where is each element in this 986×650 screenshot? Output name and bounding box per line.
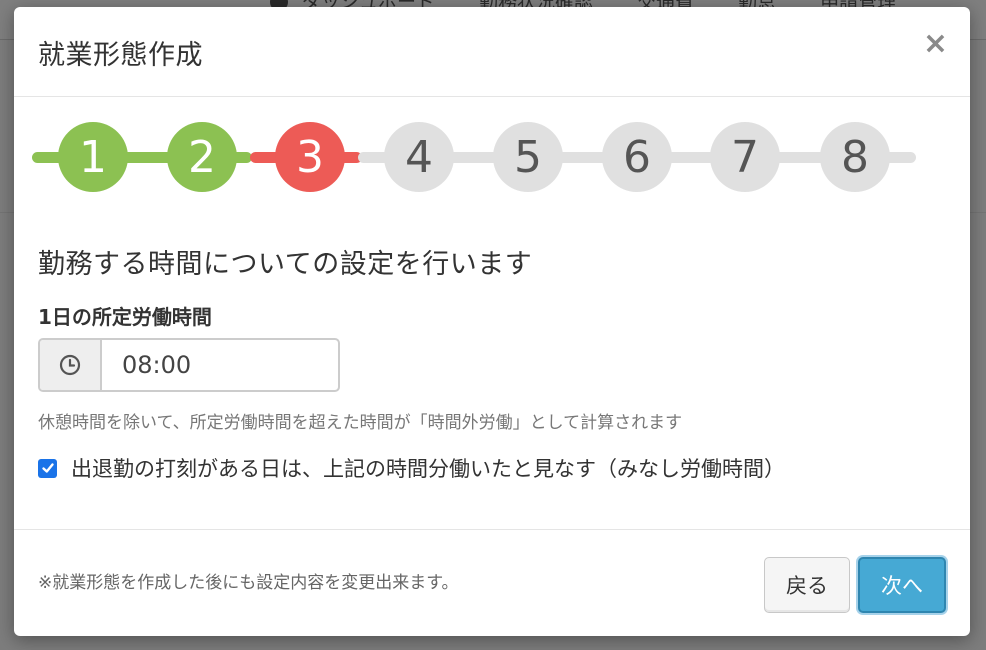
step-4: 4 <box>384 122 454 192</box>
step-indicator: 1 2 3 4 5 6 7 8 <box>14 121 970 193</box>
work-hours-help-text: 休憩時間を除いて、所定労働時間を超えた時間が「時間外労働」として計算されます <box>38 413 683 433</box>
modal-footer: ※就業形態を作成した後にも設定内容を変更出来ます。 戻る 次へ <box>14 529 970 636</box>
step-6: 6 <box>602 122 672 192</box>
footer-note: ※就業形態を作成した後にも設定内容を変更出来ます。 <box>38 573 459 593</box>
next-button[interactable]: 次へ <box>858 557 946 613</box>
deemed-hours-checkbox[interactable] <box>38 458 57 478</box>
checkmark-icon <box>41 463 54 473</box>
step-8: 8 <box>820 122 890 192</box>
work-hours-label: 1日の所定労働時間 <box>38 305 212 329</box>
close-button[interactable]: × <box>923 29 948 59</box>
work-hours-input[interactable]: 08:00 <box>102 340 338 390</box>
modal-header: 就業形態作成 × <box>14 7 970 97</box>
deemed-hours-option[interactable]: 出退勤の打刻がある日は、上記の時間分働いたと見なす（みなし労働時間） <box>38 453 785 483</box>
step-3: 3 <box>275 122 345 192</box>
clock-icon <box>40 340 102 390</box>
work-hours-input-group: 08:00 <box>38 338 340 392</box>
step-7: 7 <box>710 122 780 192</box>
modal-title: 就業形態作成 <box>38 40 203 71</box>
step-2: 2 <box>167 122 237 192</box>
create-work-pattern-modal: 就業形態作成 × 1 2 3 4 5 6 7 8 勤務する時間についての設定を行… <box>14 7 970 636</box>
section-heading: 勤務する時間についての設定を行います <box>38 249 533 280</box>
deemed-hours-label[interactable]: 出退勤の打刻がある日は、上記の時間分働いたと見なす（みなし労働時間） <box>71 453 785 483</box>
back-button[interactable]: 戻る <box>764 557 850 613</box>
step-1: 1 <box>58 122 128 192</box>
step-5: 5 <box>493 122 563 192</box>
